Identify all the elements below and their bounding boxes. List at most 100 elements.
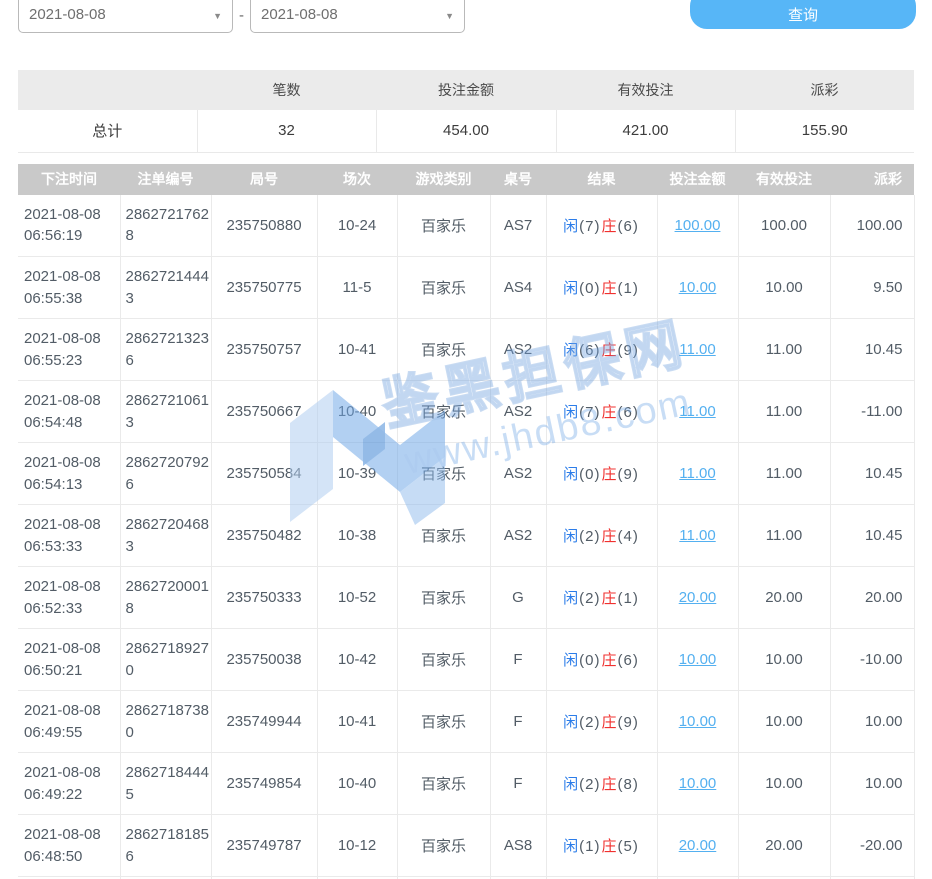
cell-bet-amount: 11.00 — [657, 319, 738, 381]
cell-payout: 100.00 — [830, 195, 914, 257]
cell-bet-time: 2021-08-08 06:54:48 — [18, 381, 120, 443]
result-player-label: 闲 — [563, 590, 578, 607]
date-to-value: 2021-08-08 — [261, 6, 445, 23]
cell-valid-bet: 11.00 — [738, 381, 830, 443]
bet-amount-link[interactable]: 10.00 — [679, 279, 717, 296]
cell-bet-time: 2021-08-08 06:53:33 — [18, 505, 120, 567]
cell-game-type: 百家乐 — [397, 505, 490, 567]
cell-round-id: 235750482 — [211, 505, 317, 567]
cell-table-no: F — [490, 629, 546, 691]
table-row: 2021-08-08 06:55:38 28627214443 23575077… — [18, 257, 914, 319]
cell-table-no: AS2 — [490, 443, 546, 505]
cell-payout: 9.50 — [830, 257, 914, 319]
result-player-label: 闲 — [563, 776, 578, 793]
summary-total-bet-amount: 454.00 — [376, 110, 556, 152]
cell-result: 闲(2)庄(8) — [546, 753, 657, 815]
cell-game-type: 百家乐 — [397, 753, 490, 815]
date-from-value: 2021-08-08 — [29, 6, 213, 23]
result-banker-label: 庄 — [602, 838, 617, 855]
date-range-separator: - — [239, 7, 244, 24]
table-header-row: 下注时间 注单编号 局号 场次 游戏类别 桌号 结果 投注金额 有效投注 派彩 — [18, 164, 914, 195]
chevron-down-icon: ▼ — [213, 11, 222, 23]
result-player-score: (1) — [578, 838, 601, 855]
cell-table-no: AS8 — [490, 815, 546, 877]
cell-valid-bet: 20.00 — [738, 567, 830, 629]
cell-result: 闲(6)庄(9) — [546, 319, 657, 381]
cell-round-id: 235749854 — [211, 753, 317, 815]
cell-bet-time: 2021-08-08 06:56:19 — [18, 195, 120, 257]
cell-payout: 10.45 — [830, 319, 914, 381]
result-banker-label: 庄 — [602, 280, 617, 297]
result-player-score: (2) — [578, 776, 601, 793]
cell-table-no: AS4 — [490, 257, 546, 319]
cell-session: 10-41 — [317, 319, 397, 381]
filter-bar: 2021-08-08 ▼ - 2021-08-08 ▼ 查询 — [0, 0, 932, 70]
result-player-label: 闲 — [563, 218, 578, 235]
cell-bet-amount: 20.00 — [657, 567, 738, 629]
header-session: 场次 — [317, 164, 397, 195]
header-bet-amount: 投注金额 — [657, 164, 738, 195]
table-row: 2021-08-08 06:49:55 28627187380 23574994… — [18, 691, 914, 753]
table-row: 2021-08-08 06:53:33 28627204683 23575048… — [18, 505, 914, 567]
cell-table-no: AS7 — [490, 195, 546, 257]
result-player-score: (6) — [578, 342, 601, 359]
query-button[interactable]: 查询 — [690, 0, 916, 29]
result-banker-label: 庄 — [602, 714, 617, 731]
result-banker-label: 庄 — [602, 404, 617, 421]
cell-valid-bet: 11.00 — [738, 505, 830, 567]
cell-session: 10-42 — [317, 629, 397, 691]
summary-header-valid-bet: 有效投注 — [556, 70, 735, 110]
result-player-label: 闲 — [563, 342, 578, 359]
cell-result: 闲(0)庄(1) — [546, 257, 657, 319]
bet-amount-link[interactable]: 11.00 — [679, 341, 715, 358]
header-round-id: 局号 — [211, 164, 317, 195]
cell-session: 11-5 — [317, 257, 397, 319]
result-banker-score: (6) — [617, 652, 640, 669]
header-game-type: 游戏类别 — [397, 164, 490, 195]
result-banker-label: 庄 — [602, 776, 617, 793]
bet-amount-link[interactable]: 11.00 — [679, 403, 715, 420]
bet-amount-link[interactable]: 10.00 — [679, 775, 717, 792]
summary-header-count: 笔数 — [197, 70, 376, 110]
table-row: 2021-08-08 06:48:50 28627181856 23574978… — [18, 815, 914, 877]
cell-game-type: 百家乐 — [397, 195, 490, 257]
table-row: 2021-08-08 06:54:13 28627207926 23575058… — [18, 443, 914, 505]
result-banker-score: (6) — [617, 218, 640, 235]
cell-payout: 10.45 — [830, 443, 914, 505]
cell-round-id: 235749787 — [211, 815, 317, 877]
bet-amount-link[interactable]: 20.00 — [679, 837, 717, 854]
chevron-down-icon: ▼ — [445, 11, 454, 23]
bet-amount-link[interactable]: 11.00 — [679, 465, 715, 482]
bet-amount-link[interactable]: 11.00 — [679, 527, 715, 544]
bet-amount-link[interactable]: 10.00 — [679, 713, 717, 730]
header-payout: 派彩 — [830, 164, 914, 195]
date-from-select[interactable]: 2021-08-08 ▼ — [18, 0, 233, 33]
result-player-score: (2) — [578, 714, 601, 731]
cell-bet-time: 2021-08-08 06:49:55 — [18, 691, 120, 753]
result-player-label: 闲 — [563, 652, 578, 669]
cell-payout: 20.00 — [830, 567, 914, 629]
summary-total-row: 总计 32 454.00 421.00 155.90 — [18, 110, 914, 152]
result-banker-score: (5) — [617, 838, 640, 855]
bet-amount-link[interactable]: 10.00 — [679, 651, 717, 668]
bet-amount-link[interactable]: 100.00 — [675, 217, 721, 234]
cell-payout: -10.00 — [830, 629, 914, 691]
date-to-select[interactable]: 2021-08-08 ▼ — [250, 0, 465, 33]
cell-session: 10-41 — [317, 691, 397, 753]
bet-amount-link[interactable]: 20.00 — [679, 589, 717, 606]
cell-order-id: 28627187380 — [120, 691, 211, 753]
cell-bet-time: 2021-08-08 06:50:21 — [18, 629, 120, 691]
cell-round-id: 235749944 — [211, 691, 317, 753]
cell-bet-time: 2021-08-08 06:54:13 — [18, 443, 120, 505]
cell-table-no: F — [490, 753, 546, 815]
result-player-score: (0) — [578, 466, 601, 483]
cell-session: 10-38 — [317, 505, 397, 567]
cell-game-type: 百家乐 — [397, 443, 490, 505]
summary-header-empty — [18, 70, 197, 110]
result-player-label: 闲 — [563, 714, 578, 731]
result-player-label: 闲 — [563, 466, 578, 483]
cell-bet-amount: 10.00 — [657, 691, 738, 753]
cell-result: 闲(1)庄(5) — [546, 815, 657, 877]
result-player-label: 闲 — [563, 280, 578, 297]
cell-session: 10-52 — [317, 567, 397, 629]
